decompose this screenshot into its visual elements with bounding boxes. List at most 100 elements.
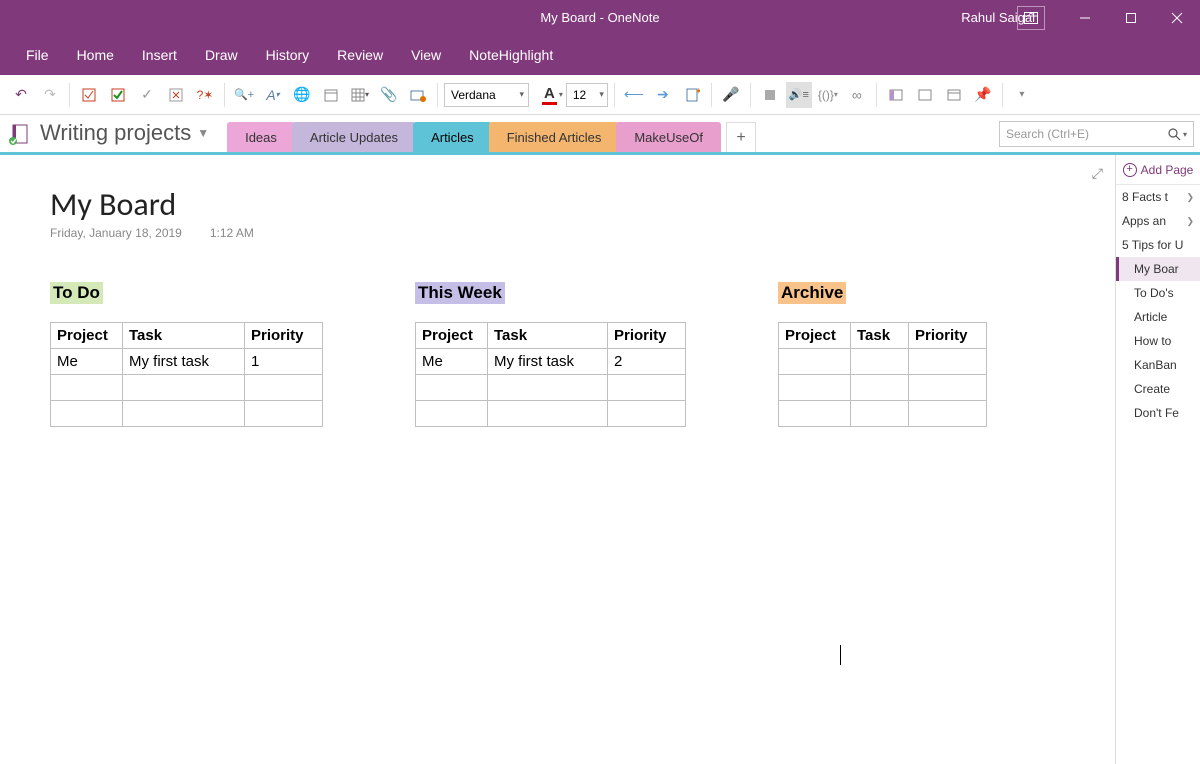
section-tab-article-updates[interactable]: Article Updates [292,122,416,152]
font-style-button[interactable]: A▾ [260,82,286,108]
board-todo-header[interactable]: To Do [50,282,103,304]
col-priority[interactable]: Priority [608,323,686,349]
page-list-label: 5 Tips for U [1122,238,1183,252]
new-page-button[interactable]: ✶ [679,82,705,108]
calendar-button[interactable] [318,82,344,108]
todo-tag-checked-button[interactable] [105,82,131,108]
zoom-button[interactable]: 🔍+ [231,82,257,108]
col-priority[interactable]: Priority [909,323,987,349]
menu-view[interactable]: View [397,39,455,71]
page-list-item[interactable]: 8 Facts t❯ [1116,185,1200,209]
page-list-label: How to [1134,334,1171,348]
col-task[interactable]: Task [123,323,245,349]
section-tab-makeuseof[interactable]: MakeUseOf [616,122,721,152]
menu-insert[interactable]: Insert [128,39,191,71]
audio-settings-button[interactable]: 🔊≡ [786,82,812,108]
page-list-item[interactable]: Don't Fe [1116,401,1200,425]
search-input[interactable]: Search (Ctrl+E) ▾ [999,121,1194,147]
checkmark-button[interactable]: ✓ [134,82,160,108]
screen-clip-button[interactable] [405,82,431,108]
ribbon-toolbar: ↶ ↷ ✓ ?✶ 🔍+ A▾ 🌐 ▾ 📎 Verdana A▾ 12 ⟵ ➔ ✶… [0,75,1200,115]
board-archive: Archive Project Task Priority [778,282,987,427]
col-project[interactable]: Project [416,323,488,349]
add-section-button[interactable]: + [726,122,756,152]
more-commands-button[interactable]: ▾ [1009,82,1035,108]
page-list-item[interactable]: How to [1116,329,1200,353]
board-todo-table[interactable]: Project Task Priority MeMy first task1 [50,322,323,427]
page-list-item[interactable]: Apps an ❯ [1116,209,1200,233]
forward-nav-button[interactable]: ➔ [650,82,676,108]
page-list-panel: + Add Page 8 Facts t❯ Apps an ❯5 Tips for … [1115,155,1200,764]
page-list-label: Article [1134,310,1167,324]
page-list-item[interactable]: KanBan [1116,353,1200,377]
close-button[interactable] [1154,0,1200,35]
section-tab-finished-articles[interactable]: Finished Articles [489,122,620,152]
font-color-button[interactable]: A▾ [542,85,563,105]
chevron-right-icon: ❯ [1186,216,1194,227]
board-thisweek-table[interactable]: Project Task Priority MeMy first task2 [415,322,686,427]
normal-view-button[interactable] [912,82,938,108]
menu-home[interactable]: Home [63,39,128,71]
table-button[interactable]: ▾ [347,82,373,108]
back-nav-button[interactable]: ⟵ [621,82,647,108]
page-list-item[interactable]: Create [1116,377,1200,401]
undo-button[interactable]: ↶ [8,82,34,108]
page-date[interactable]: Friday, January 18, 2019 [50,226,182,240]
notebook-icon[interactable] [4,116,34,152]
col-project[interactable]: Project [779,323,851,349]
page-list-item[interactable]: To Do's [1116,281,1200,305]
section-tab-ideas[interactable]: Ideas [227,122,295,152]
section-tab-articles[interactable]: Articles [413,122,492,152]
dock-left-button[interactable] [883,82,909,108]
menu-history[interactable]: History [252,39,324,71]
attach-button[interactable]: 📎 [376,82,402,108]
minimize-button[interactable] [1062,0,1108,35]
important-tag-button[interactable] [163,82,189,108]
chevron-down-icon: ▼ [197,126,209,140]
boards-row: To Do Project Task Priority MeMy first t… [50,282,1115,427]
col-task[interactable]: Task [488,323,608,349]
page-list-label: My Boar [1134,262,1179,276]
page-title[interactable]: My Board [50,185,1115,224]
page-time[interactable]: 1:12 AM [210,226,254,240]
board-thisweek-header[interactable]: This Week [415,282,505,304]
menubar: File Home Insert Draw History Review Vie… [0,35,1200,75]
record-button[interactable]: 🎤 [718,82,744,108]
expand-icon[interactable]: ⤢ [1092,165,1103,182]
text-cursor [840,645,841,665]
redo-button[interactable]: ↷ [37,82,63,108]
stop-button[interactable] [757,82,783,108]
question-tag-button[interactable]: ?✶ [192,82,218,108]
page-list-label: Apps an [1122,214,1166,228]
board-archive-header[interactable]: Archive [778,282,846,304]
maximize-button[interactable] [1108,0,1154,35]
plus-icon: + [1123,163,1137,177]
full-page-button[interactable] [941,82,967,108]
menu-draw[interactable]: Draw [191,39,252,71]
section-tabs: Ideas Article Updates Articles Finished … [227,115,756,152]
page-list-item[interactable]: 5 Tips for U [1116,233,1200,257]
menu-file[interactable]: File [12,39,63,71]
board-archive-table[interactable]: Project Task Priority [778,322,987,427]
font-size-select[interactable]: 12 [566,83,608,107]
page-canvas[interactable]: ⤢ My Board Friday, January 18, 2019 1:12… [0,155,1115,764]
add-page-button[interactable]: + Add Page [1116,155,1200,185]
font-family-select[interactable]: Verdana [444,83,529,107]
main-area: ⤢ My Board Friday, January 18, 2019 1:12… [0,155,1200,764]
page-list-label: KanBan [1134,358,1177,372]
web-button[interactable]: 🌐 [289,82,315,108]
page-list-item[interactable]: My Boar [1116,257,1200,281]
infinity-button[interactable]: ∞ [844,82,870,108]
notebook-dropdown[interactable]: Writing projects ▼ [34,120,219,152]
pin-button[interactable]: 📌 [970,82,996,108]
todo-tag-button[interactable] [76,82,102,108]
menu-notehighlight[interactable]: NoteHighlight [455,39,567,71]
code-button[interactable]: {()} ▾ [815,82,841,108]
board-todo: To Do Project Task Priority MeMy first t… [50,282,323,427]
page-list-item[interactable]: Article [1116,305,1200,329]
menu-review[interactable]: Review [323,39,397,71]
col-task[interactable]: Task [851,323,909,349]
col-project[interactable]: Project [51,323,123,349]
col-priority[interactable]: Priority [245,323,323,349]
ribbon-display-options-button[interactable] [1017,6,1045,30]
